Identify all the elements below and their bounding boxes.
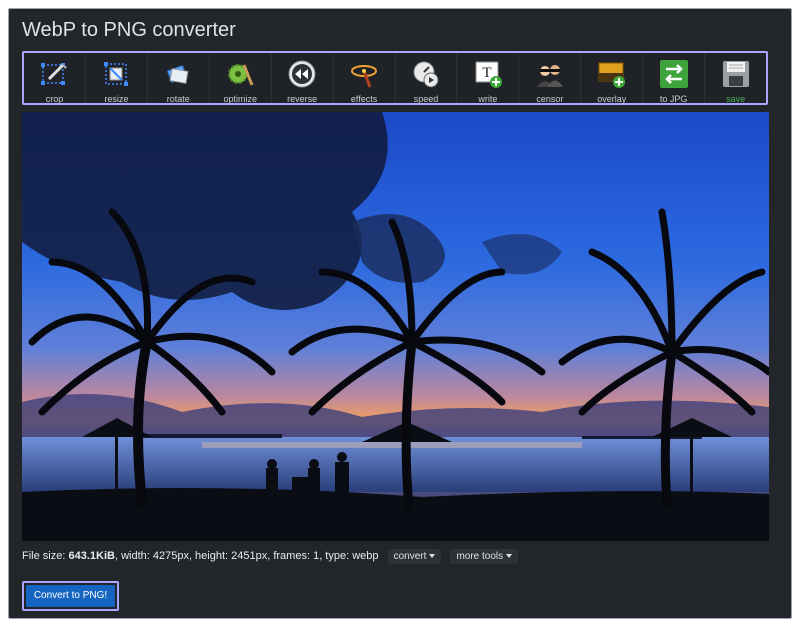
tool-overlay-label: overlay [597, 94, 627, 104]
tool-resize-label: resize [104, 94, 129, 104]
reverse-icon [288, 60, 316, 88]
tool-effects-label: effects [350, 94, 378, 104]
save-icon [722, 61, 749, 87]
image-preview [22, 112, 769, 541]
svg-text:T: T [482, 65, 491, 81]
optimize-icon [228, 64, 254, 86]
to-jpg-icon [659, 60, 688, 88]
tool-crop[interactable]: crop [24, 53, 86, 104]
file-details: , width: 4275px, height: 2451px, frames:… [114, 550, 379, 562]
tool-speed[interactable]: speed [396, 53, 458, 104]
converter-panel: WebP to PNG converter crop resize rotate… [8, 8, 792, 619]
caret-down-icon [506, 554, 513, 559]
tool-overlay[interactable]: overlay [581, 53, 644, 104]
tool-write[interactable]: T write [457, 53, 520, 104]
tool-write-label: write [478, 94, 498, 104]
tool-resize[interactable]: resize [86, 53, 148, 104]
crop-icon [41, 63, 68, 85]
tool-to-jpg[interactable]: to JPG [643, 53, 706, 104]
tool-optimize-label: optimize [223, 94, 257, 104]
convert-to-png-button[interactable]: Convert to PNG! [22, 581, 119, 611]
tool-effects[interactable]: effects [334, 53, 396, 104]
caret-down-icon [429, 554, 436, 559]
file-info: File size: 643.1KiB, width: 4275px, heig… [22, 549, 519, 564]
tool-save-label: save [726, 94, 746, 104]
write-icon: T [475, 61, 502, 88]
speed-icon [413, 61, 439, 88]
tool-crop-label: crop [45, 94, 64, 104]
effects-icon [351, 65, 378, 88]
convert-dropdown[interactable]: convert [387, 549, 442, 564]
tool-save[interactable]: save [705, 53, 766, 104]
convert-to-png-button-label: Convert to PNG! [26, 585, 115, 607]
tool-reverse-label: reverse [287, 94, 318, 104]
more-tools-dropdown[interactable]: more tools [450, 549, 519, 564]
convert-dropdown-label: convert [393, 551, 427, 562]
editing-toolbar: crop resize rotate optimize reverse effe… [22, 51, 768, 105]
tool-speed-label: speed [413, 94, 439, 104]
tool-reverse[interactable]: reverse [272, 53, 334, 104]
censor-icon [536, 65, 563, 87]
file-size-value: 643.1KiB [68, 550, 115, 562]
more-tools-dropdown-label: more tools [456, 551, 504, 562]
page-title: WebP to PNG converter [22, 19, 236, 41]
file-size-label: File size: [22, 550, 69, 562]
tool-rotate[interactable]: rotate [148, 53, 210, 104]
tool-optimize[interactable]: optimize [210, 53, 272, 104]
tool-censor-label: censor [536, 94, 564, 104]
tool-to-jpg-label: to JPG [659, 94, 688, 104]
tool-rotate-label: rotate [166, 94, 190, 104]
overlay-icon [598, 62, 625, 88]
resize-icon [104, 62, 129, 86]
rotate-icon [167, 64, 189, 84]
tool-censor[interactable]: censor [519, 53, 582, 104]
